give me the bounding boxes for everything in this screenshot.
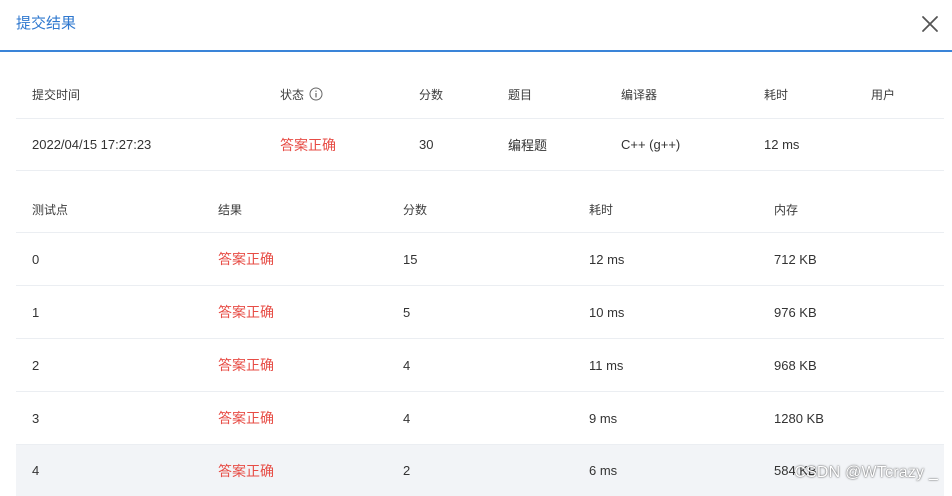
summary-col-score: 分数 <box>419 87 444 102</box>
testcase-result: 答案正确 <box>218 357 274 373</box>
summary-row: 2022/04/15 17:27:23 答案正确 30 编程题 C++ (g++… <box>16 119 944 171</box>
testcase-score: 2 <box>403 463 411 478</box>
summary-col-status: 状态 <box>280 70 323 118</box>
testcase-id: 0 <box>32 251 40 267</box>
testcase-id: 3 <box>32 410 40 426</box>
testcase-score: 4 <box>403 357 411 373</box>
submission-time: 2022/04/15 17:27:23 <box>32 137 152 152</box>
table-row: 0 答案正确 15 12 ms 712 KB <box>16 233 944 286</box>
testcase-score: 4 <box>403 410 411 426</box>
summary-col-problem: 题目 <box>508 87 533 102</box>
summary-col-status-label: 状态 <box>280 87 305 102</box>
testcase-time: 12 ms <box>589 251 625 267</box>
testcase-id: 4 <box>32 463 40 478</box>
table-row: 4 答案正确 2 6 ms 584 KB <box>16 445 944 496</box>
testcase-memory: 712 KB <box>774 251 817 267</box>
testcase-time: 6 ms <box>589 463 618 478</box>
testcase-id: 2 <box>32 357 40 373</box>
summary-col-time: 提交时间 <box>32 87 81 102</box>
summary-col-compiler: 编译器 <box>621 87 658 102</box>
submission-result-dialog: 提交结果 提交时间 状态 分数 题目 编译器 耗时 用户 2022/04/15 … <box>0 0 952 496</box>
testcase-result: 答案正确 <box>218 462 274 479</box>
testcase-result: 答案正确 <box>218 251 274 267</box>
dialog-title: 提交结果 <box>16 15 77 32</box>
elapsed-time: 12 ms <box>764 137 800 152</box>
testcase-time: 10 ms <box>589 304 625 320</box>
summary-col-time-used: 耗时 <box>764 87 789 102</box>
status-badge: 答案正确 <box>280 136 336 153</box>
summary-col-user: 用户 <box>871 87 896 102</box>
testcase-col-time: 耗时 <box>589 202 614 217</box>
testcase-header-row: 测试点 结果 分数 耗时 内存 <box>16 186 944 233</box>
compiler-name: C++ (g++) <box>621 137 681 152</box>
testcase-col-memory: 内存 <box>774 202 799 217</box>
testcase-id: 1 <box>32 304 40 320</box>
summary-header-row: 提交时间 状态 分数 题目 编译器 耗时 用户 <box>16 70 944 119</box>
problem-type: 编程题 <box>508 138 548 153</box>
testcase-score: 5 <box>403 304 411 320</box>
table-row: 2 答案正确 4 11 ms 968 KB <box>16 339 944 392</box>
testcase-memory: 584 KB <box>774 463 817 478</box>
testcase-result: 答案正确 <box>218 410 274 426</box>
testcase-col-result: 结果 <box>218 202 243 217</box>
close-icon[interactable] <box>920 14 940 34</box>
testcase-memory: 968 KB <box>774 357 817 373</box>
testcase-col-score: 分数 <box>403 202 428 217</box>
testcase-col-id: 测试点 <box>32 202 69 217</box>
table-row: 1 答案正确 5 10 ms 976 KB <box>16 286 944 339</box>
total-score: 30 <box>419 137 434 152</box>
testcase-time: 9 ms <box>589 410 618 426</box>
testcase-time: 11 ms <box>589 357 624 373</box>
testcase-score: 15 <box>403 251 418 267</box>
testcase-memory: 976 KB <box>774 304 817 320</box>
dialog-header: 提交结果 <box>0 0 952 52</box>
info-icon[interactable] <box>309 87 323 101</box>
table-row: 3 答案正确 4 9 ms 1280 KB <box>16 392 944 445</box>
testcase-result: 答案正确 <box>218 304 274 320</box>
testcase-memory: 1280 KB <box>774 410 824 426</box>
